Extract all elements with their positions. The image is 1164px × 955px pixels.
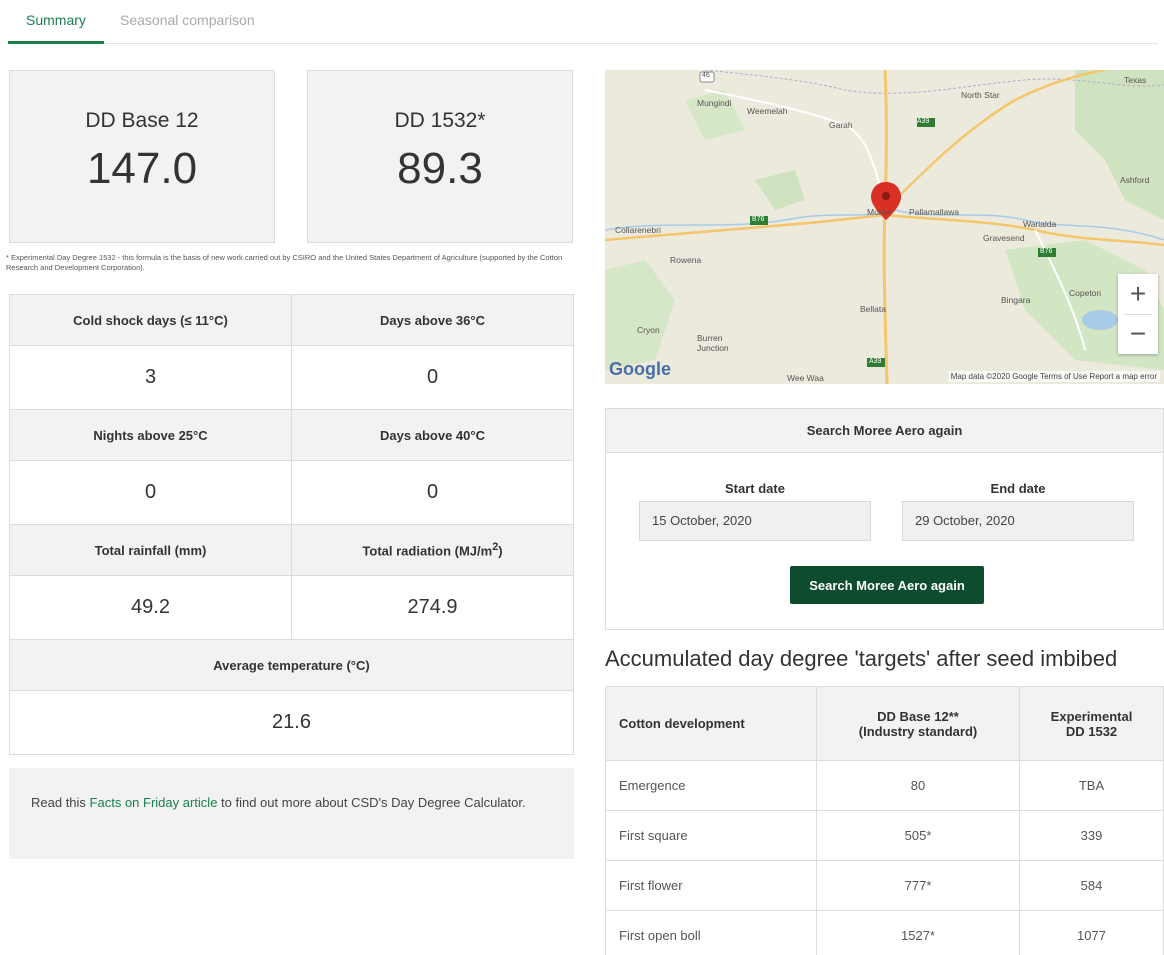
search-again-button[interactable]: Search Moree Aero again xyxy=(790,566,984,604)
map-zoom-control: + − xyxy=(1118,274,1158,354)
stage-cell: First square xyxy=(605,810,817,861)
cold-shock-days-label: Cold shock days (≤ 11°C) xyxy=(9,294,292,346)
google-logo: Google xyxy=(609,359,671,379)
dd-base-12-value: 147.0 xyxy=(86,144,198,193)
col-dd-base-12-line2: (Industry standard) xyxy=(858,723,978,739)
targets-section-title: Accumulated day degree 'targets' after s… xyxy=(605,646,1118,671)
start-date-label: Start date xyxy=(725,481,785,496)
average-temperature-label: Average temperature (°C) xyxy=(9,639,574,691)
stage-cell: Emergence xyxy=(605,760,817,811)
zoom-out-button[interactable]: − xyxy=(1118,314,1158,354)
map-label-bingara: Bingara xyxy=(1001,295,1031,305)
base12-cell: 1527* xyxy=(816,910,1020,955)
tab-seasonal-comparison[interactable]: Seasonal comparison xyxy=(120,12,255,28)
base12-cell: 777* xyxy=(816,860,1020,911)
tab-bar: Summary Seasonal comparison xyxy=(8,0,1158,44)
dd1532-cell: 1077 xyxy=(1019,910,1164,955)
average-temperature-value: 21.6 xyxy=(9,690,574,755)
map-label-copeton: Copeton xyxy=(1069,288,1102,298)
dd-1532-card: DD 1532* 89.3 xyxy=(307,70,573,243)
col-dd-base-12: DD Base 12** (Industry standard) xyxy=(816,686,1020,761)
read-more-text-after: to find out more about CSD's Day Degree … xyxy=(217,795,526,810)
map-label-burren-junction: Burren Junction xyxy=(697,333,729,353)
tab-summary[interactable]: Summary xyxy=(26,12,86,28)
map-label-texas: Texas xyxy=(1124,75,1147,85)
days-above-40-value: 0 xyxy=(291,460,574,525)
map-label-wee-waa: Wee Waa xyxy=(787,373,824,383)
dd-1532-value: 89.3 xyxy=(397,144,483,193)
location-map[interactable]: 46 A39 B76 B76 A39 Mungindi Weemelah Gar… xyxy=(605,70,1164,384)
map-credit[interactable]: Map data ©2020 Google Terms of Use Repor… xyxy=(947,371,1160,382)
days-above-36-label: Days above 36°C xyxy=(291,294,574,346)
dd-base-12-label: DD Base 12 xyxy=(85,109,199,132)
dd-base-12-card: DD Base 12 147.0 xyxy=(9,70,275,243)
stage-cell: First open boll xyxy=(605,910,817,955)
map-label-gravesend: Gravesend xyxy=(983,233,1025,243)
table-row: First square 505* 339 xyxy=(605,810,1164,861)
map-label-garah: Garah xyxy=(829,120,853,130)
total-radiation-close: ) xyxy=(498,543,503,559)
table-row: First open boll 1527* 1077 xyxy=(605,910,1164,955)
map-label-pallamallawa: Pallamallawa xyxy=(909,207,960,217)
dd1532-cell: 339 xyxy=(1019,810,1164,861)
col-cotton-development: Cotton development xyxy=(605,686,817,761)
map-label-warialda: Warialda xyxy=(1023,219,1057,229)
stage-cell: First flower xyxy=(605,860,817,911)
end-date-label: End date xyxy=(990,481,1046,496)
read-more-box: Read this Facts on Friday article to fin… xyxy=(9,768,574,859)
col-dd-base-12-line1: DD Base 12** xyxy=(877,708,959,724)
zoom-separator xyxy=(1124,314,1152,315)
dd-1532-label: DD 1532* xyxy=(394,109,486,132)
dd-1532-footnote: * Experimental Day Degree 1532 - this fo… xyxy=(6,253,563,272)
total-radiation-value: 274.9 xyxy=(291,575,574,640)
map-label-collarenebri: Collarenebri xyxy=(615,225,661,235)
total-radiation-label: Total radiation (MJ/m2) xyxy=(291,524,574,576)
base12-cell: 505* xyxy=(816,810,1020,861)
search-panel-title: Search Moree Aero again xyxy=(606,409,1163,453)
route-b76-east-label: B76 xyxy=(1040,248,1053,255)
dd1532-cell: TBA xyxy=(1019,760,1164,811)
targets-table: Cotton development DD Base 12** (Industr… xyxy=(605,686,1164,955)
dd1532-cell: 584 xyxy=(1019,860,1164,911)
table-row: Emergence 80 TBA xyxy=(605,760,1164,811)
nights-above-25-value: 0 xyxy=(9,460,292,525)
map-label-rowena: Rowena xyxy=(670,255,702,265)
map-label-north-star: North Star xyxy=(961,90,1000,100)
weather-stats-table: Cold shock days (≤ 11°C) Days above 36°C… xyxy=(9,294,574,755)
total-radiation-label-text: Total radiation (MJ/m xyxy=(362,543,493,559)
col-experimental-line1: Experimental xyxy=(1050,708,1133,724)
zoom-in-button[interactable]: + xyxy=(1118,274,1158,314)
col-experimental-dd-1532: Experimental DD 1532 xyxy=(1019,686,1164,761)
active-tab-indicator xyxy=(8,41,104,44)
map-label-cryon: Cryon xyxy=(637,325,660,335)
days-above-40-label: Days above 40°C xyxy=(291,409,574,461)
base12-cell: 80 xyxy=(816,760,1020,811)
start-date-field[interactable]: 15 October, 2020 xyxy=(639,501,871,541)
nights-above-25-label: Nights above 25°C xyxy=(9,409,292,461)
route-a39-south-label: A39 xyxy=(869,358,882,365)
read-more-text-before: Read this xyxy=(31,795,90,810)
map-canvas xyxy=(605,70,1164,384)
map-label-weemelah: Weemelah xyxy=(747,106,788,116)
facts-on-friday-link[interactable]: Facts on Friday article xyxy=(90,795,218,810)
route-a39-label: A39 xyxy=(917,118,930,125)
route-46-label: 46 xyxy=(702,72,710,79)
total-rainfall-value: 49.2 xyxy=(9,575,292,640)
search-again-panel: Search Moree Aero again Start date End d… xyxy=(605,408,1164,630)
route-b76-label: B76 xyxy=(752,216,765,223)
days-above-36-value: 0 xyxy=(291,345,574,410)
col-experimental-line2: DD 1532 xyxy=(1065,723,1118,739)
map-label-ashford: Ashford xyxy=(1120,175,1150,185)
end-date-field[interactable]: 29 October, 2020 xyxy=(902,501,1134,541)
cold-shock-days-value: 3 xyxy=(9,345,292,410)
map-label-moree: Moree xyxy=(867,207,892,217)
total-rainfall-label: Total rainfall (mm) xyxy=(9,524,292,576)
map-label-bellata: Bellata xyxy=(860,304,886,314)
table-row: First flower 777* 584 xyxy=(605,860,1164,911)
map-label-mungindi: Mungindi xyxy=(697,98,732,108)
